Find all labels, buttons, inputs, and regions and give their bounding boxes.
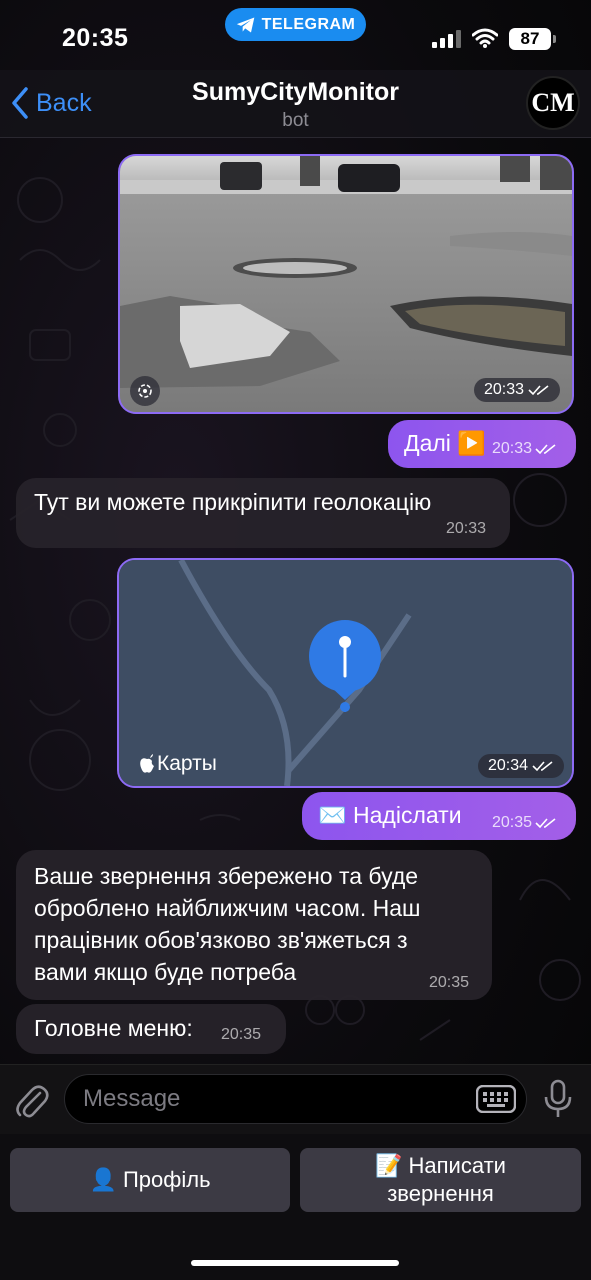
paperclip-icon[interactable]: [14, 1081, 50, 1121]
status-bar: 20:35 TELEGRAM 87: [0, 0, 591, 70]
geo-prompt-text: Тут ви можете прикріпити геолокацію: [34, 489, 432, 515]
send-message[interactable]: ✉️ Надіслати 20:35: [302, 792, 576, 840]
write-appeal-label-line1: 📝 Написати: [375, 1153, 506, 1178]
apple-logo-icon: [140, 754, 154, 773]
geo-prompt-time: 20:33: [446, 520, 487, 537]
wifi-icon: [472, 28, 498, 48]
home-indicator[interactable]: [191, 1260, 399, 1266]
status-time: 20:35: [62, 24, 129, 52]
maps-brand-label: Карты: [157, 752, 217, 775]
main-menu-time: 20:35: [221, 1026, 262, 1043]
send-text: ✉️ Надіслати: [318, 802, 462, 828]
main-menu-text: Головне меню:: [34, 1015, 193, 1041]
photo-message[interactable]: 20:33: [118, 154, 574, 414]
bot-keyboard-icon[interactable]: [476, 1085, 516, 1113]
chat-subtitle: bot: [282, 110, 309, 131]
next-text: Далі ▶️: [404, 430, 486, 456]
send-time: 20:35: [492, 814, 533, 831]
write-appeal-label-line2: звернення: [387, 1181, 494, 1206]
double-check-icon: [535, 818, 556, 829]
saved-time: 20:35: [429, 974, 470, 991]
saved-line: Ваше звернення збережено та буде: [34, 863, 419, 889]
autoplay-icon[interactable]: [130, 376, 160, 406]
profile-button[interactable]: 👤 Профіль: [10, 1148, 290, 1212]
profile-label: 👤 Профіль: [89, 1167, 211, 1192]
cellular-signal-icon: [432, 30, 461, 48]
apple-maps-brand: Карты: [139, 752, 217, 776]
message-input[interactable]: [64, 1074, 527, 1124]
double-check-icon: [528, 385, 549, 396]
write-appeal-button[interactable]: 📝 Написати звернення: [300, 1148, 581, 1212]
saved-text: Ваше звернення збережено та буде обробле…: [34, 860, 420, 988]
photo-time: 20:33: [483, 381, 524, 398]
battery-indicator: 87: [509, 28, 556, 50]
photo-timestamp: 20:33: [473, 378, 560, 402]
send-timestamp: 20:35: [492, 814, 557, 832]
camera-loop-icon: [138, 384, 152, 398]
microphone-icon[interactable]: [543, 1079, 573, 1119]
bot-reply-keyboard: 👤 Профіль 📝 Написати звернення: [0, 1134, 591, 1280]
chat-title[interactable]: SumyCityMonitor: [0, 78, 591, 107]
saved-line: працівник обов'язково зв'яжеться з: [34, 927, 408, 953]
telegram-app-pill[interactable]: TELEGRAM: [225, 8, 366, 41]
bot-avatar[interactable]: CM: [526, 76, 580, 130]
message-composer: [0, 1064, 591, 1134]
next-time: 20:33: [492, 440, 533, 457]
saved-confirmation-message: Ваше звернення збережено та буде обробле…: [16, 850, 492, 1000]
next-timestamp: 20:33: [492, 440, 557, 458]
next-message[interactable]: Далі ▶️ 20:33: [388, 420, 576, 468]
chat-header: Back SumyCityMonitor bot CM: [0, 70, 591, 138]
pothole-photo: [120, 156, 572, 412]
double-check-icon: [532, 761, 553, 772]
saved-line: вами якщо буде потреба: [34, 959, 297, 985]
location-map-message[interactable]: Карты 20:34: [117, 558, 574, 788]
double-check-icon: [535, 444, 556, 455]
telegram-pill-label: TELEGRAM: [261, 15, 356, 33]
saved-line: оброблено найближчим часом. Наш: [34, 895, 421, 921]
telegram-plane-icon: [236, 17, 254, 32]
map-time: 20:34: [487, 757, 528, 774]
geo-prompt-message: Тут ви можете прикріпити геолокацію 20:3…: [16, 478, 510, 548]
map-timestamp: 20:34: [477, 754, 564, 778]
main-menu-message: Головне меню: 20:35: [16, 1004, 286, 1054]
